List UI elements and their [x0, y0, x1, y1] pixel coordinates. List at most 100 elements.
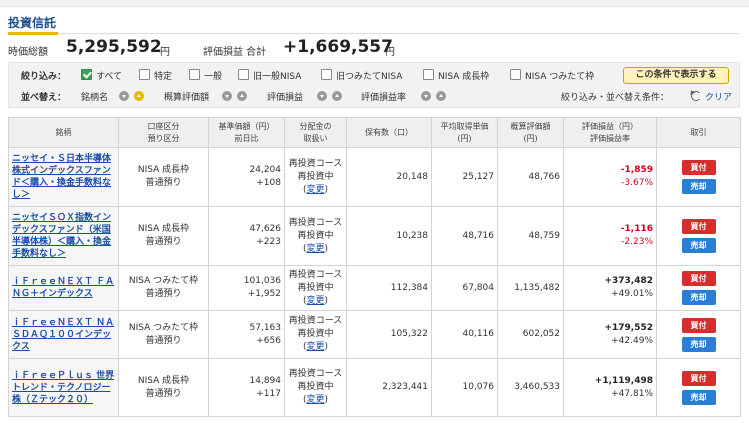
fund-name-cell: ニッセイ・Ｓ日本半導体株式インデックスファンド＜購入・換金手数料なし＞ [8, 147, 119, 207]
value-cell: 3,460,533 [497, 358, 564, 417]
header-distribution: 分配金の 取扱い [284, 117, 347, 148]
sort-pl-rate-desc-icon[interactable] [421, 91, 431, 101]
fund-name-link[interactable]: ｉＦｒｅｅＰｌｕｓ 世界トレンド・テクノロジー株（Ｚテック２０） [12, 370, 115, 406]
sell-button[interactable]: 売却 [681, 336, 716, 352]
change-link[interactable]: 変更 [306, 296, 324, 306]
filter-old-nisa-label: 旧一般NISA [253, 72, 302, 82]
table-header-row: 銘柄 口座区分 預り区分 基準価額（円） 前日比 分配金の 取扱い 保有数（口） 平均… [8, 117, 741, 148]
pl-total-unit: 円 [385, 47, 395, 58]
sort-key-value: 概算評価額 [164, 93, 210, 103]
trade-cell: 買付 売却 [656, 147, 741, 207]
header-trade: 取引 [656, 117, 741, 148]
filter-old-tsumitate-label: 旧つみたてNISA [336, 72, 403, 82]
clear-button[interactable]: クリア [687, 89, 739, 103]
filter-all-checkbox[interactable] [81, 69, 92, 80]
sort-pl-desc-icon[interactable] [317, 91, 327, 101]
fund-name-cell: ｉＦｒｅｅＮＥＸＴ ＦＡＮＧ＋インデックス [8, 265, 119, 311]
fund-name-cell: ｉＦｒｅｅＰｌｕｓ 世界トレンド・テクノロジー株（Ｚテック２０） [8, 358, 119, 417]
sort-pl-asc-icon[interactable] [332, 91, 342, 101]
filter-tokutei-checkbox[interactable] [139, 69, 150, 80]
sort-key-pl: 評価損益 [267, 93, 304, 103]
account-cell: NISA つみたて枠 普通預り [118, 310, 209, 359]
filter-old-nisa-checkbox[interactable] [238, 69, 249, 80]
pl-cell: +179,552 +42.49% [563, 310, 657, 359]
pl-cell: -1,859 -3.67% [563, 147, 657, 207]
sort-pl-rate-asc-icon[interactable] [436, 91, 446, 101]
distribution-cell: 再投資コース 再投資中 (変更) [284, 147, 347, 207]
sort-key-pl-rate: 評価損益率 [361, 93, 407, 103]
units-cell: 2,323,441 [346, 358, 432, 417]
avg-cost-cell: 48,716 [431, 206, 498, 266]
avg-cost-cell: 67,804 [431, 265, 498, 311]
filter-old-tsumitate-checkbox[interactable] [321, 69, 332, 80]
sort-value-desc-icon[interactable] [222, 91, 232, 101]
change-link[interactable]: 変更 [306, 342, 324, 352]
fund-name-link[interactable]: ニッセイ・Ｓ日本半導体株式インデックスファンド＜購入・換金手数料なし＞ [12, 153, 115, 201]
nav-cell: 101,036 +1,952 [208, 265, 285, 311]
filter-ippan-checkbox[interactable] [189, 69, 200, 80]
distribution-cell: 再投資コース 再投資中 (変更) [284, 206, 347, 266]
market-value-unit: 円 [160, 47, 170, 58]
buy-button[interactable]: 買付 [681, 317, 716, 333]
avg-cost-cell: 40,116 [431, 310, 498, 359]
nav-cell: 14,894 +117 [208, 358, 285, 417]
sort-key-name: 銘柄名 [81, 93, 109, 103]
value-cell: 602,052 [497, 310, 564, 359]
filter-ippan-label: 一般 [204, 72, 223, 82]
nav-cell: 57,163 +656 [208, 310, 285, 359]
table-row: ニッセイＳＯＸ指数インデックスファンド（米国半導体株）＜購入・換金手数料なし＞ … [8, 206, 741, 266]
nav-cell: 24,204 +108 [208, 147, 285, 207]
buy-button[interactable]: 買付 [681, 219, 716, 234]
fund-name-cell: ｉＦｒｅｅＮＥＸＴ ＮＡＳＤＡＱ１００インデックス [8, 310, 119, 359]
sort-name-desc-icon[interactable] [119, 91, 129, 101]
buy-button[interactable]: 買付 [681, 160, 716, 175]
value-cell: 48,766 [497, 147, 564, 207]
distribution-cell: 再投資コース 再投資中 (変更) [284, 310, 347, 359]
header-units: 保有数（口） [346, 117, 432, 148]
buy-button[interactable]: 買付 [681, 271, 716, 286]
sell-button[interactable]: 売却 [681, 179, 716, 194]
title-rule [58, 33, 740, 34]
fund-name-cell: ニッセイＳＯＸ指数インデックスファンド（米国半導体株）＜購入・換金手数料なし＞ [8, 206, 119, 266]
fund-name-link[interactable]: ニッセイＳＯＸ指数インデックスファンド（米国半導体株）＜購入・換金手数料なし＞ [12, 212, 115, 260]
fund-name-link[interactable]: ｉＦｒｅｅＮＥＸＴ ＮＡＳＤＡＱ１００インデックス [12, 317, 115, 353]
sell-button[interactable]: 売却 [681, 290, 716, 305]
distribution-cell: 再投資コース 再投資中 (変更) [284, 265, 347, 311]
buy-button[interactable]: 買付 [681, 370, 716, 386]
top-bar [0, 0, 749, 7]
header-account: 口座区分 預り区分 [118, 117, 209, 148]
fund-name-link[interactable]: ｉＦｒｅｅＮＥＸＴ ＦＡＮＧ＋インデックス [12, 276, 115, 300]
units-cell: 20,148 [346, 147, 432, 207]
filter-tokutei-label: 特定 [154, 72, 173, 82]
sort-value-asc-icon[interactable] [237, 91, 247, 101]
avg-cost-cell: 10,076 [431, 358, 498, 417]
filter-nisa-growth-checkbox[interactable] [423, 69, 434, 80]
table-row: ｉＦｒｅｅＮＥＸＴ ＮＡＳＤＡＱ１００インデックス NISA つみたて枠 普通預り… [8, 310, 741, 359]
filter-nisa-growth-label: NISA 成長枠 [438, 72, 490, 82]
value-cell: 1,135,482 [497, 265, 564, 311]
condition-label: 絞り込み・並べ替え条件： [561, 93, 670, 103]
pl-cell: +1,119,498 +47.81% [563, 358, 657, 417]
pl-cell: +373,482 +49.01% [563, 265, 657, 311]
change-link[interactable]: 変更 [306, 244, 324, 254]
table-row: ｉＦｒｅｅＰｌｕｓ 世界トレンド・テクノロジー株（Ｚテック２０） NISA 成長… [8, 358, 741, 417]
change-link[interactable]: 変更 [306, 395, 324, 405]
filter-label: 絞り込み： [21, 72, 67, 82]
distribution-cell: 再投資コース 再投資中 (変更) [284, 358, 347, 417]
units-cell: 105,322 [346, 310, 432, 359]
filter-panel: 絞り込み： すべて 特定 一般 旧一般NISA 旧つみたてNISA NISA 成… [8, 62, 740, 108]
filter-nisa-tsumitate-label: NISA つみたて枠 [525, 72, 595, 82]
trade-cell: 買付 売却 [656, 310, 741, 359]
reset-icon [691, 91, 701, 101]
sell-button[interactable]: 売却 [681, 238, 716, 253]
sell-button[interactable]: 売却 [681, 389, 716, 405]
change-link[interactable]: 変更 [306, 185, 324, 195]
apply-filter-button[interactable]: この条件で表示する [623, 67, 729, 84]
trade-cell: 買付 売却 [656, 206, 741, 266]
header-avg-cost: 平均取得単価 (円) [431, 117, 498, 148]
pl-cell: -1,116 -2.23% [563, 206, 657, 266]
header-pl: 評価損益（円） 評価損益率 [563, 117, 657, 148]
table-row: ｉＦｒｅｅＮＥＸＴ ＦＡＮＧ＋インデックス NISA つみたて枠 普通預り 101… [8, 265, 741, 311]
filter-nisa-tsumitate-checkbox[interactable] [510, 69, 521, 80]
sort-name-asc-icon[interactable] [134, 91, 144, 101]
